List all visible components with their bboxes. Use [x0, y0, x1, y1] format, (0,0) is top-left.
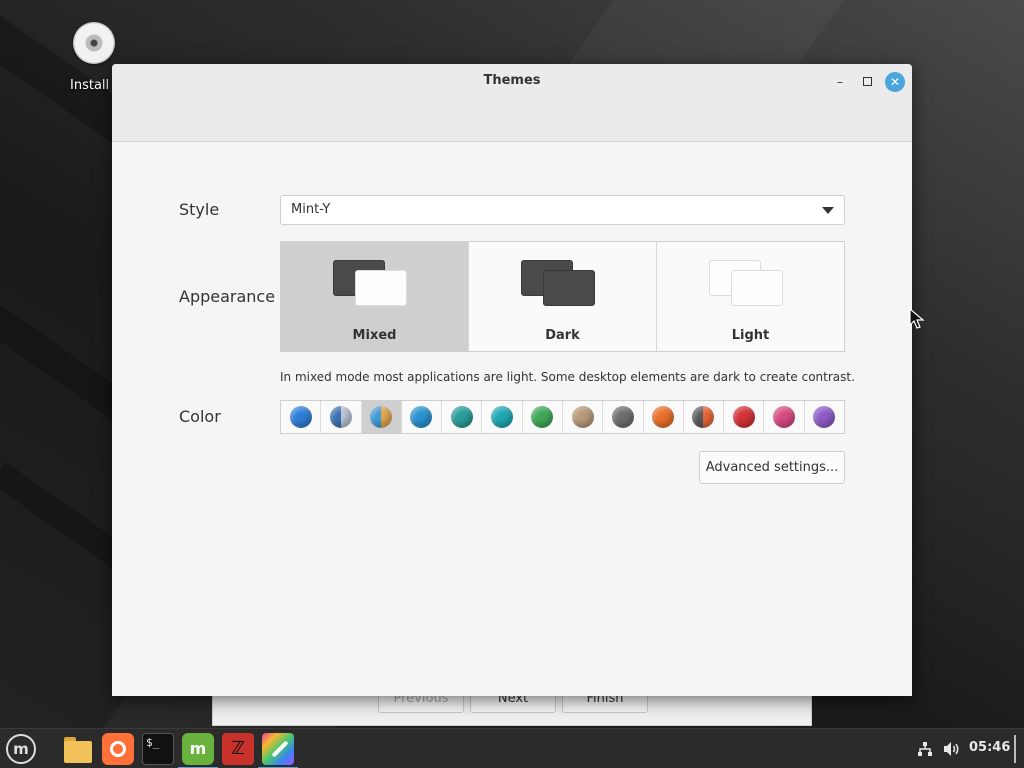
- color-swatch-pink[interactable]: [764, 401, 805, 433]
- color-swatch-orange[interactable]: [644, 401, 684, 433]
- color-dot-icon: [732, 406, 755, 428]
- taskbar: m $_ m ℤ 05:46: [0, 728, 1024, 768]
- paintbrush-icon: [271, 740, 289, 758]
- title-bar[interactable]: Themes – ✕: [112, 64, 912, 142]
- color-dot-icon: [611, 406, 634, 428]
- color-swatch-blue[interactable]: [281, 401, 322, 433]
- disc-icon: [73, 22, 115, 64]
- style-label: Style: [179, 200, 220, 219]
- minimize-button[interactable]: –: [830, 72, 850, 92]
- maximize-button[interactable]: [857, 72, 877, 92]
- color-swatch-red[interactable]: [724, 401, 765, 433]
- advanced-settings-button[interactable]: Advanced settings...: [699, 451, 845, 484]
- color-swatch-aqua[interactable]: [402, 401, 443, 433]
- terminal-launcher[interactable]: $_: [142, 733, 174, 765]
- window-title: Themes: [483, 73, 541, 88]
- network-icon[interactable]: [917, 741, 933, 757]
- color-dot-icon: [773, 406, 796, 428]
- chevron-down-icon: [822, 207, 834, 214]
- color-swatch-sand[interactable]: [563, 401, 604, 433]
- style-dropdown[interactable]: Mint-Y: [280, 195, 845, 225]
- light-window-preview-icon: [355, 270, 407, 306]
- appearance-label: Appearance: [179, 287, 276, 306]
- firefox-icon: [110, 741, 126, 757]
- folder-icon: [64, 741, 92, 763]
- maximize-icon: [862, 77, 872, 86]
- files-launcher[interactable]: [62, 735, 94, 767]
- color-dot-icon: [450, 406, 473, 428]
- appearance-option-label: Light: [731, 328, 770, 343]
- appearance-option-mixed[interactable]: Mixed: [281, 242, 469, 351]
- style-selected-value: Mint-Y: [291, 202, 331, 217]
- show-desktop-button[interactable]: [1014, 735, 1016, 763]
- appearance-option-label: Mixed: [352, 328, 397, 343]
- light-window-preview-icon: [731, 270, 783, 306]
- color-swatch-green[interactable]: [523, 401, 563, 433]
- color-swatch-purple[interactable]: [805, 401, 844, 433]
- color-label: Color: [179, 407, 221, 426]
- app-task[interactable]: ℤ: [222, 733, 254, 765]
- color-dot-icon: [410, 406, 433, 428]
- mint-menu-button[interactable]: m: [6, 734, 36, 764]
- themes-window: Themes – ✕ Style Mint-Y Appearance Mixed…: [112, 64, 912, 696]
- volume-icon[interactable]: [943, 741, 961, 757]
- clock[interactable]: 05:46: [969, 740, 1010, 755]
- dark-window-preview-icon: [543, 270, 595, 306]
- color-dot-icon: [531, 406, 554, 428]
- color-dot-icon: [491, 406, 514, 428]
- color-dot-icon: [692, 406, 715, 428]
- color-dot-icon: [370, 406, 393, 428]
- appearance-option-light[interactable]: Light: [657, 242, 844, 351]
- color-swatch-aqua-mixed[interactable]: [361, 401, 402, 433]
- themes-task[interactable]: [258, 733, 298, 768]
- appearance-option-dark[interactable]: Dark: [469, 242, 657, 351]
- color-swatch-blue-mixed[interactable]: [321, 401, 362, 433]
- mouse-cursor-icon: [909, 308, 925, 329]
- close-button[interactable]: ✕: [885, 72, 905, 92]
- appearance-selector: Mixed Dark Light: [280, 241, 845, 352]
- color-dot-icon: [329, 406, 352, 428]
- color-swatch-grey[interactable]: [603, 401, 644, 433]
- color-dot-icon: [652, 406, 675, 428]
- color-swatch-teal[interactable]: [442, 401, 483, 433]
- firefox-launcher[interactable]: [102, 733, 134, 765]
- color-dot-icon: [571, 406, 594, 428]
- color-swatch-orange-mixed[interactable]: [684, 401, 725, 433]
- color-selector: [280, 400, 845, 434]
- color-dot-icon: [289, 406, 312, 428]
- mintinstall-task[interactable]: m: [178, 733, 218, 768]
- appearance-hint: In mixed mode most applications are ligh…: [280, 370, 855, 384]
- color-swatch-cyan[interactable]: [482, 401, 523, 433]
- appearance-option-label: Dark: [545, 328, 580, 343]
- color-dot-icon: [813, 406, 836, 428]
